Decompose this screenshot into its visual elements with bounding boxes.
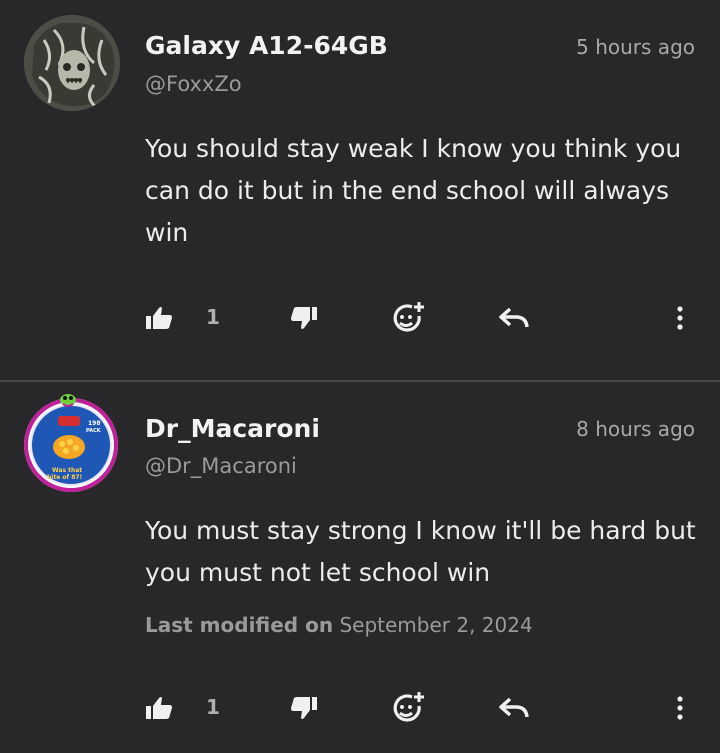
modified-label: Last modified on xyxy=(145,613,334,637)
timestamp: 5 hours ago xyxy=(576,35,695,59)
like-count: 1 xyxy=(206,695,220,719)
thumbs-up-icon xyxy=(146,307,172,329)
reply-icon xyxy=(499,307,529,328)
thumbs-down-icon xyxy=(291,697,317,719)
avatar-text: Was that xyxy=(52,467,82,474)
comment-text: You must stay strong I know it'll be har… xyxy=(145,516,696,587)
reply-button[interactable] xyxy=(498,688,530,728)
more-options-button[interactable] xyxy=(668,298,692,338)
more-vertical-icon xyxy=(677,696,683,720)
avatar-text: 198 xyxy=(88,420,101,427)
reply-icon xyxy=(499,697,529,718)
like-button[interactable] xyxy=(145,298,173,338)
avatar-text: bite of 87! xyxy=(47,474,82,481)
like-button[interactable] xyxy=(145,688,173,728)
avatar-text: PACK xyxy=(86,428,102,434)
author-name[interactable]: Galaxy A12-64GB xyxy=(145,31,388,60)
add-reaction-button[interactable] xyxy=(390,298,426,338)
more-options-button[interactable] xyxy=(668,688,692,728)
like-count: 1 xyxy=(206,305,220,329)
thumbs-up-icon xyxy=(146,697,172,719)
author-handle[interactable]: @FoxxZo xyxy=(145,72,242,96)
comment-item: Galaxy A12-64GB @FoxxZo 5 hours ago You … xyxy=(0,0,720,380)
add-reaction-icon xyxy=(393,692,424,722)
dislike-button[interactable] xyxy=(290,688,318,728)
modified-note: Last modified on September 2, 2024 xyxy=(145,613,533,637)
comment-item: 198 PACK Was that bite of 87! Dr_Macaron… xyxy=(0,382,720,753)
more-vertical-icon xyxy=(677,306,683,330)
comment-actions: 1 xyxy=(0,688,720,728)
add-reaction-button[interactable] xyxy=(390,688,426,728)
avatar[interactable]: 198 PACK Was that bite of 87! xyxy=(20,392,122,494)
reply-button[interactable] xyxy=(498,298,530,338)
comment-text: You should stay weak I know you think yo… xyxy=(145,134,682,247)
add-reaction-icon xyxy=(393,302,424,332)
dislike-button[interactable] xyxy=(290,298,318,338)
avatar[interactable] xyxy=(24,15,120,111)
modified-date: September 2, 2024 xyxy=(339,613,533,637)
comment-actions: 1 xyxy=(0,298,720,338)
author-handle[interactable]: @Dr_Macaroni xyxy=(145,454,297,478)
timestamp: 8 hours ago xyxy=(576,417,695,441)
thumbs-down-icon xyxy=(291,307,317,329)
author-name[interactable]: Dr_Macaroni xyxy=(145,414,320,443)
